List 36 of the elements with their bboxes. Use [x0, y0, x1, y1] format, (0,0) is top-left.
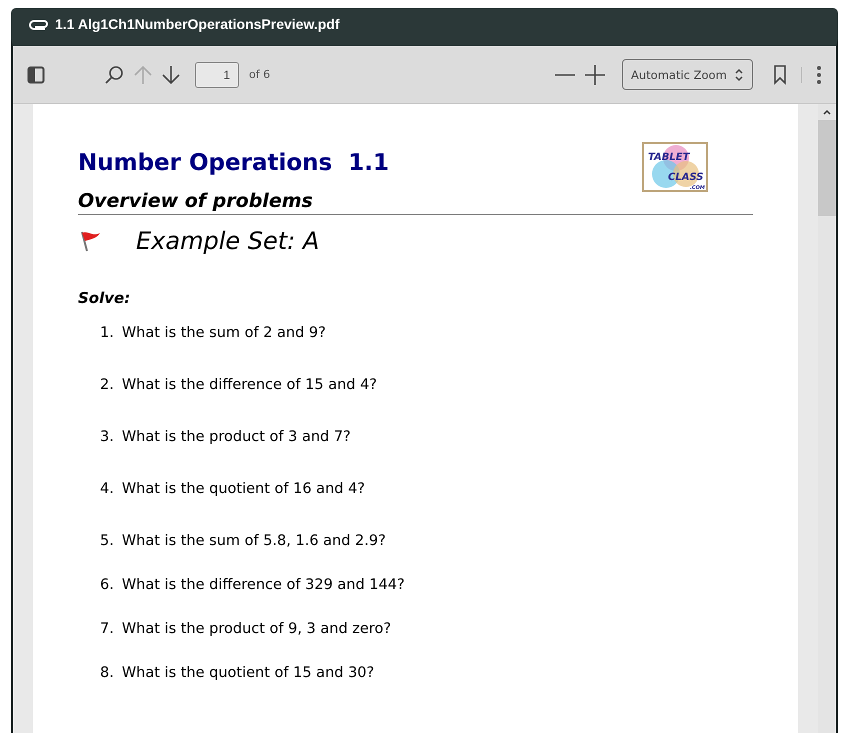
document-subtitle: Overview of problems: [78, 190, 314, 212]
problem-text: What is the sum of 2 and 9?: [122, 325, 326, 341]
flag-icon: [78, 229, 102, 253]
problem-number: 2.: [100, 377, 114, 393]
problem-number: 1.: [100, 325, 114, 341]
problem-number: 8.: [100, 665, 114, 681]
problem-text: What is the sum of 5.8, 1.6 and 2.9?: [122, 533, 386, 549]
problem-text: What is the difference of 15 and 4?: [122, 377, 378, 393]
scrollbar[interactable]: [818, 104, 836, 733]
problem-text: What is the product of 3 and 7?: [122, 429, 351, 445]
problem-number: 3.: [100, 429, 114, 445]
search-icon[interactable]: [103, 64, 125, 86]
problem-number: 6.: [100, 577, 114, 593]
problem-text: What is the difference of 329 and 144?: [122, 577, 405, 593]
problem-number: 5.: [100, 533, 114, 549]
paperclip-icon: [29, 18, 49, 30]
more-options-icon[interactable]: [816, 64, 822, 84]
instruction: Solve:: [78, 289, 132, 307]
example-set-heading: Example Set: A: [136, 227, 320, 255]
scrollbar-thumb[interactable]: [818, 120, 836, 216]
problem-number: 7.: [100, 621, 114, 637]
sidebar-toggle-icon[interactable]: [27, 66, 45, 84]
document-title: Number Operations 1.1: [78, 150, 389, 176]
stepper-icon: [734, 68, 744, 82]
page-count: of 6: [249, 68, 270, 81]
problem-text: What is the product of 9, 3 and zero?: [122, 621, 392, 637]
bookmark-icon[interactable]: [773, 64, 787, 84]
problem-text: What is the quotient of 16 and 4?: [122, 481, 365, 497]
zoom-in-icon[interactable]: [584, 64, 606, 86]
window-title: 1.1 Alg1Ch1NumberOperationsPreview.pdf: [55, 16, 340, 32]
problem-text: What is the quotient of 15 and 30?: [122, 665, 374, 681]
scroll-up-icon[interactable]: [822, 108, 832, 116]
page-number-field[interactable]: 1: [195, 62, 239, 88]
down-arrow-icon[interactable]: [161, 64, 181, 86]
zoom-dropdown[interactable]: Automatic Zoom: [622, 59, 753, 90]
problem-number: 4.: [100, 481, 114, 497]
